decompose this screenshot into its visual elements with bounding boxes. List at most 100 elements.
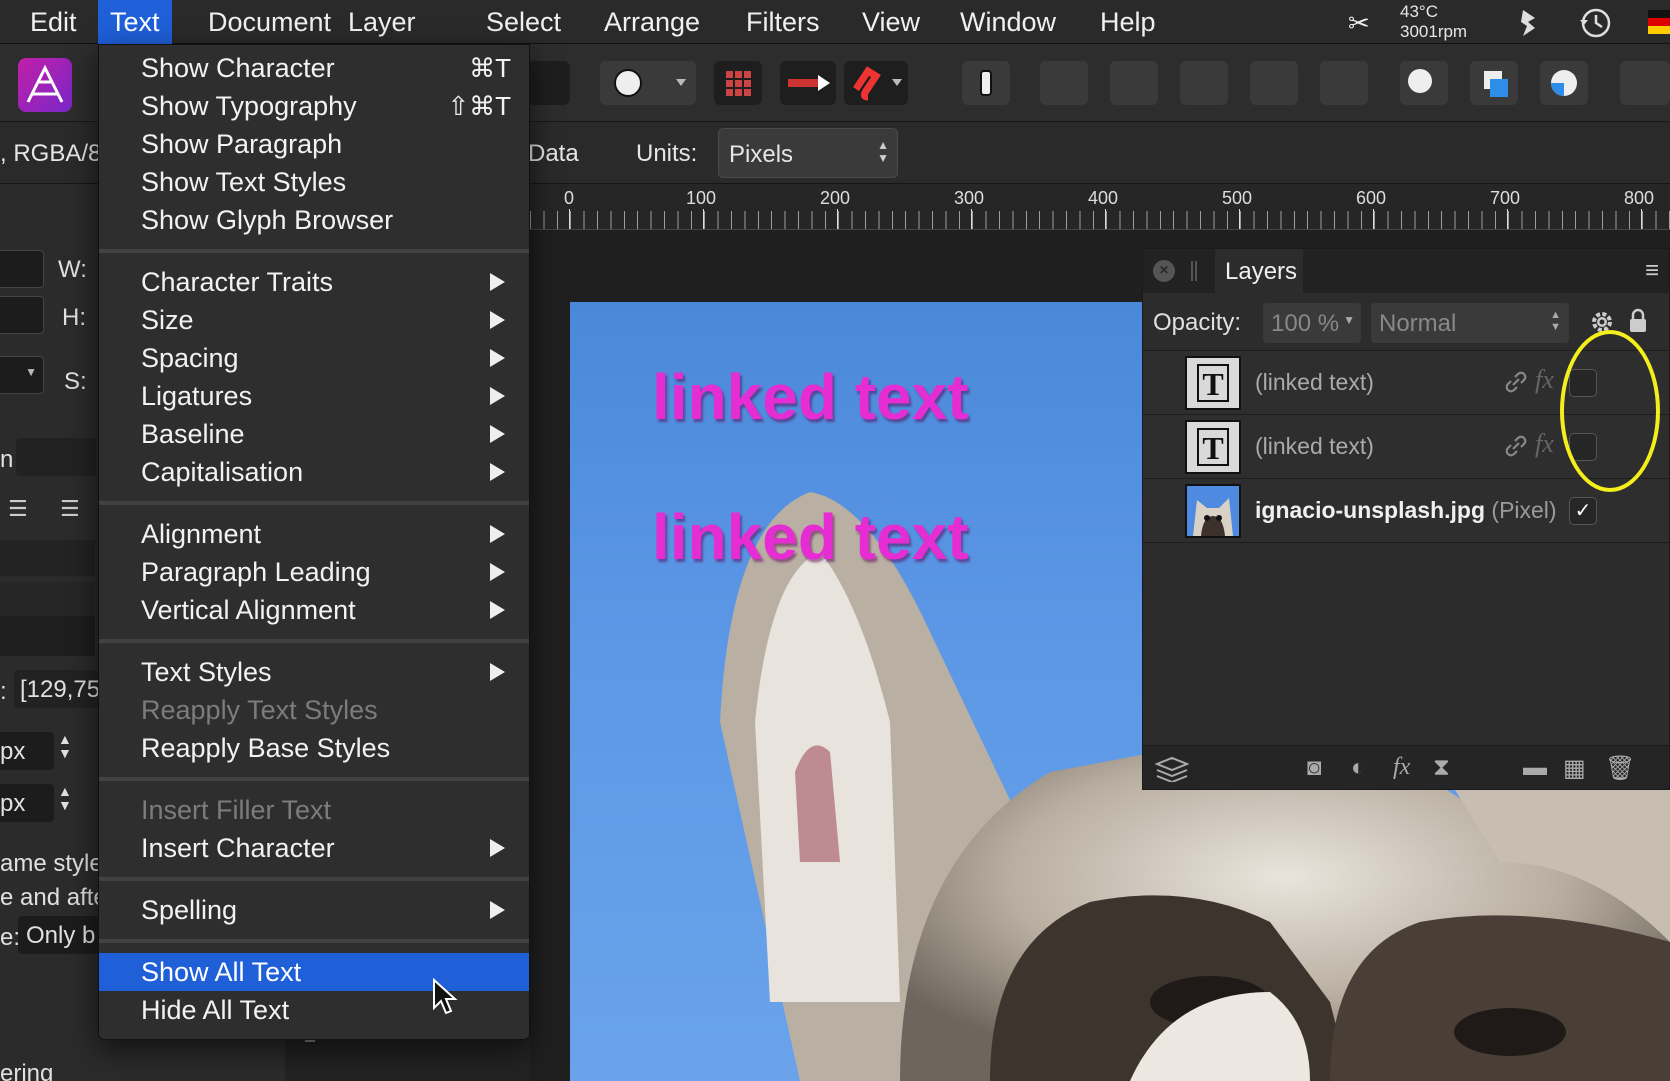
menu-view[interactable]: View: [850, 0, 932, 44]
menu-item-reapply-base-styles[interactable]: Reapply Base Styles: [99, 729, 529, 767]
menu-layer[interactable]: Layer: [336, 0, 428, 44]
layer-row-pixel-image[interactable]: ignacio-unsplash.jpg (Pixel) ✓: [1143, 479, 1669, 543]
menu-document[interactable]: Document: [196, 0, 343, 44]
spacing-field-2[interactable]: px: [0, 784, 54, 822]
menu-text[interactable]: Text: [98, 0, 172, 44]
opacity-value: 100 %: [1271, 310, 1340, 337]
lock-icon[interactable]: [1627, 307, 1649, 335]
visibility-checkbox[interactable]: ✓: [1569, 497, 1597, 525]
fan-rpm: 3001rpm: [1400, 22, 1468, 41]
linked-text-frame-1[interactable]: linked text: [652, 360, 969, 434]
ruler-label: 800: [1624, 188, 1655, 208]
mask-layer-icon[interactable]: ◙: [1307, 754, 1322, 782]
menu-item-character-traits[interactable]: Character Traits: [99, 263, 529, 301]
tab-layers[interactable]: Layers: [1215, 249, 1303, 293]
affinity-photo-app-icon[interactable]: [18, 58, 72, 112]
ruler-major-tick: [569, 209, 570, 229]
menu-separator: [99, 501, 529, 505]
linked-text-frame-2[interactable]: linked text: [652, 500, 969, 574]
drag-handle-icon[interactable]: [1191, 261, 1197, 281]
grid-icon[interactable]: [714, 61, 762, 105]
gpu-switch-icon[interactable]: [1515, 8, 1541, 38]
boolean-add-icon[interactable]: [1040, 61, 1088, 105]
pixel-layer-icon[interactable]: ▦: [1563, 754, 1586, 783]
pressure-tool-icon[interactable]: [962, 61, 1010, 105]
spacing-field-1[interactable]: px: [0, 732, 54, 770]
fx-icon[interactable]: fx: [1535, 365, 1554, 395]
menu-item-spacing[interactable]: Spacing: [99, 339, 529, 377]
trash-icon[interactable]: 🗑: [1605, 754, 1635, 783]
menu-item-show-glyph-browser[interactable]: Show Glyph Browser: [99, 201, 529, 239]
units-select[interactable]: Pixels ▲ ▼: [718, 128, 898, 178]
apply-mode-select[interactable]: Only b: [18, 916, 100, 954]
menu-item-show-character[interactable]: Show Character ⌘T: [99, 49, 529, 87]
menu-item-show-paragraph[interactable]: Show Paragraph: [99, 125, 529, 163]
menu-arrange[interactable]: Arrange: [592, 0, 712, 44]
menu-filters[interactable]: Filters: [734, 0, 832, 44]
link-icon[interactable]: [1503, 433, 1529, 459]
layer-stack-icon[interactable]: [1155, 754, 1189, 782]
menu-window[interactable]: Window: [948, 0, 1068, 44]
rotation-field[interactable]: ▼: [0, 356, 44, 394]
selection-brush-button[interactable]: [600, 61, 696, 105]
close-icon[interactable]: ×: [1153, 260, 1175, 282]
boolean-xor-icon[interactable]: [1250, 61, 1298, 105]
stepper-2-icon[interactable]: ▲ ▼: [58, 784, 72, 812]
menu-separator: [99, 639, 529, 643]
menu-item-insert-character[interactable]: Insert Character: [99, 829, 529, 867]
snapping-magnet-icon[interactable]: [844, 61, 908, 105]
menu-item-spelling[interactable]: Spelling: [99, 891, 529, 929]
updown-icon: ▲ ▼: [877, 138, 889, 165]
link-icon[interactable]: [1503, 369, 1529, 395]
ruler-label: 100: [686, 188, 717, 208]
boolean-divide-icon[interactable]: [1320, 61, 1368, 105]
panel-field[interactable]: [16, 438, 96, 476]
menu-separator: [99, 939, 529, 943]
guides-icon[interactable]: [780, 61, 836, 105]
menu-item-alignment[interactable]: Alignment: [99, 515, 529, 553]
coord-field[interactable]: [129,75: [14, 670, 100, 708]
menu-select[interactable]: Select: [474, 0, 573, 44]
menu-item-paragraph-leading[interactable]: Paragraph Leading: [99, 553, 529, 591]
align-justify-icon[interactable]: ☰: [8, 496, 28, 522]
x-field[interactable]: [0, 250, 44, 288]
menu-edit[interactable]: Edit: [18, 0, 89, 44]
menu-item-hide-all-text[interactable]: Hide All Text: [99, 991, 529, 1029]
menu-item-show-text-styles[interactable]: Show Text Styles: [99, 163, 529, 201]
updown-icon: ▲ ▼: [1550, 309, 1561, 333]
menu-item-label: Insert Character: [141, 833, 335, 863]
menu-item-baseline[interactable]: Baseline: [99, 415, 529, 453]
horizontal-ruler[interactable]: 0 100 200 300 400 500 600 700 800: [530, 184, 1670, 230]
arrange-icon[interactable]: [1620, 61, 1670, 105]
stepper-1-icon[interactable]: ▲ ▼: [58, 732, 72, 760]
system-monitor[interactable]: 43°C 3001rpm: [1400, 2, 1490, 42]
menu-item-insert-filler-text: Insert Filler Text: [141, 795, 332, 825]
boolean-intersect-icon[interactable]: [1180, 61, 1228, 105]
menu-item-vertical-alignment[interactable]: Vertical Alignment: [99, 591, 529, 629]
blend-mode-select[interactable]: Normal ▲ ▼: [1371, 303, 1569, 343]
layers-tab-bar: × Layers ≡: [1143, 249, 1669, 293]
menu-help[interactable]: Help: [1088, 0, 1168, 44]
menu-item-show-typography[interactable]: Show Typography ⇧⌘T: [99, 87, 529, 125]
boolean-subtract-icon[interactable]: [1110, 61, 1158, 105]
align-justify-all-icon[interactable]: ☰: [60, 496, 80, 522]
move-backward-icon[interactable]: [1470, 61, 1518, 105]
fx-icon[interactable]: fx: [1393, 754, 1410, 781]
menu-item-size[interactable]: Size: [99, 301, 529, 339]
menu-item-capitalisation[interactable]: Capitalisation: [99, 453, 529, 491]
fx-icon[interactable]: fx: [1535, 429, 1554, 459]
opacity-select[interactable]: 100 % ▼: [1263, 303, 1361, 343]
live-filter-icon[interactable]: ⧗: [1433, 754, 1450, 782]
menu-item-show-all-text[interactable]: Show All Text: [99, 953, 529, 991]
panel-menu-icon[interactable]: ≡: [1645, 257, 1659, 285]
menu-item-text-styles[interactable]: Text Styles: [99, 653, 529, 691]
folder-icon[interactable]: ▬: [1523, 754, 1547, 782]
y-field[interactable]: [0, 296, 44, 334]
time-machine-icon[interactable]: [1578, 6, 1612, 40]
adjustment-layer-icon[interactable]: ◐: [1351, 754, 1366, 782]
move-forward-icon[interactable]: [1400, 61, 1448, 105]
menu-item-ligatures[interactable]: Ligatures: [99, 377, 529, 415]
input-source-flag-icon[interactable]: [1648, 10, 1670, 34]
align-icon[interactable]: [528, 61, 570, 105]
insert-inside-icon[interactable]: [1540, 61, 1588, 105]
